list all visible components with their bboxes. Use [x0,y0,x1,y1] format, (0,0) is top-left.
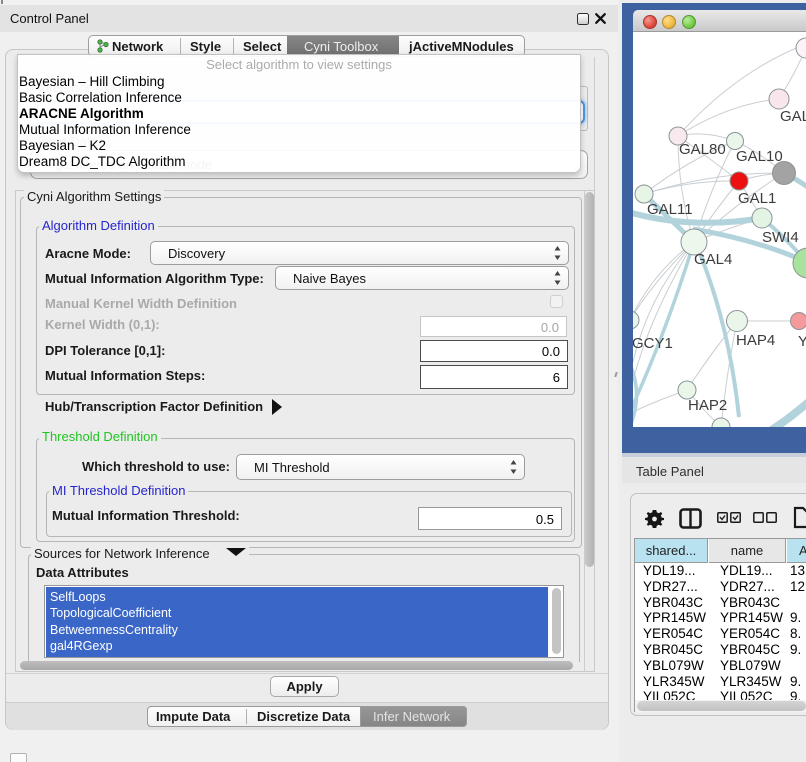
svg-text:GAL1: GAL1 [738,190,776,207]
svg-text:GAL11: GAL11 [647,201,693,218]
svg-text:GAL2: GAL2 [780,108,806,125]
svg-text:HAP2: HAP2 [688,397,727,414]
svg-text:GAL10: GAL10 [736,148,783,165]
svg-text:GCY1: GCY1 [633,335,673,352]
svg-text:YML...: YML... [798,333,806,350]
svg-text:GAL80: GAL80 [679,141,726,158]
svg-text:HAP4: HAP4 [736,332,775,349]
svg-text:GAL4: GAL4 [694,251,732,268]
svg-text:SWI4: SWI4 [762,229,799,246]
